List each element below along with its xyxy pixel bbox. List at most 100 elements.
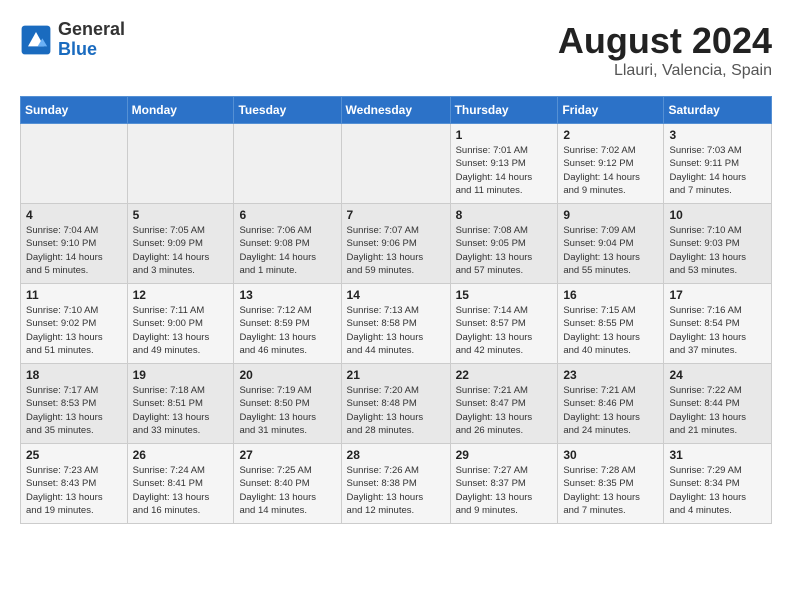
calendar-cell: 28 Sunrise: 7:26 AM Sunset: 8:38 PM Dayli… [341,444,450,524]
calendar-cell: 3 Sunrise: 7:03 AM Sunset: 9:11 PM Daylig… [664,124,772,204]
calendar-cell: 18 Sunrise: 7:17 AM Sunset: 8:53 PM Dayli… [21,364,128,444]
calendar-cell: 24 Sunrise: 7:22 AM Sunset: 8:44 PM Dayli… [664,364,772,444]
calendar-cell: 21 Sunrise: 7:20 AM Sunset: 8:48 PM Dayli… [341,364,450,444]
day-number: 18 [26,368,122,382]
day-number: 31 [669,448,766,462]
day-info: Sunrise: 7:25 AM Sunset: 8:40 PM Dayligh… [239,464,335,517]
calendar-cell: 22Sunrise: 7:21 AM Sunset: 8:47 PM Dayli… [450,364,558,444]
day-number: 14 [347,288,445,302]
calendar-cell [234,124,341,204]
header-wednesday: Wednesday [341,97,450,124]
header-friday: Friday [558,97,664,124]
calendar-cell: 26 Sunrise: 7:24 AM Sunset: 8:41 PM Dayli… [127,444,234,524]
title-area: August 2024 Llauri, Valencia, Spain [558,20,772,80]
calendar-subtitle: Llauri, Valencia, Spain [558,62,772,80]
day-number: 16 [563,288,658,302]
day-number: 12 [133,288,229,302]
day-number: 19 [133,368,229,382]
calendar-cell: 8Sunrise: 7:08 AM Sunset: 9:05 PM Daylig… [450,204,558,284]
logo-text: General Blue [58,20,125,60]
day-number: 27 [239,448,335,462]
calendar-cell: 2 Sunrise: 7:02 AM Sunset: 9:12 PM Daylig… [558,124,664,204]
day-number: 7 [347,208,445,222]
day-info: Sunrise: 7:03 AM Sunset: 9:11 PM Dayligh… [669,144,766,197]
calendar-week-2: 4Sunrise: 7:04 AM Sunset: 9:10 PM Daylig… [21,204,772,284]
calendar-week-5: 25Sunrise: 7:23 AM Sunset: 8:43 PM Dayli… [21,444,772,524]
day-number: 1 [456,128,553,142]
calendar-cell: 29 Sunrise: 7:27 AM Sunset: 8:37 PM Dayli… [450,444,558,524]
calendar-title: August 2024 [558,20,772,62]
day-info: Sunrise: 7:02 AM Sunset: 9:12 PM Dayligh… [563,144,658,197]
day-number: 21 [347,368,445,382]
day-info: Sunrise: 7:15 AM Sunset: 8:55 PM Dayligh… [563,304,658,357]
day-number: 28 [347,448,445,462]
logo-general: General [58,19,125,39]
day-info: Sunrise: 7:07 AM Sunset: 9:06 PM Dayligh… [347,224,445,277]
calendar-cell: 14 Sunrise: 7:13 AM Sunset: 8:58 PM Dayli… [341,284,450,364]
day-number: 26 [133,448,229,462]
day-number: 23 [563,368,658,382]
logo-blue: Blue [58,39,97,59]
day-info: Sunrise: 7:20 AM Sunset: 8:48 PM Dayligh… [347,384,445,437]
day-info: Sunrise: 7:04 AM Sunset: 9:10 PM Dayligh… [26,224,122,277]
calendar-cell: 23Sunrise: 7:21 AM Sunset: 8:46 PM Dayli… [558,364,664,444]
header-monday: Monday [127,97,234,124]
day-number: 17 [669,288,766,302]
day-info: Sunrise: 7:27 AM Sunset: 8:37 PM Dayligh… [456,464,553,517]
calendar-cell: 4Sunrise: 7:04 AM Sunset: 9:10 PM Daylig… [21,204,128,284]
calendar-week-1: 1 Sunrise: 7:01 AM Sunset: 9:13 PM Daylig… [21,124,772,204]
calendar-cell: 11Sunrise: 7:10 AM Sunset: 9:02 PM Dayli… [21,284,128,364]
day-number: 5 [133,208,229,222]
calendar-cell: 19 Sunrise: 7:18 AM Sunset: 8:51 PM Dayli… [127,364,234,444]
calendar-cell: 20 Sunrise: 7:19 AM Sunset: 8:50 PM Dayli… [234,364,341,444]
day-number: 22 [456,368,553,382]
day-number: 8 [456,208,553,222]
day-info: Sunrise: 7:13 AM Sunset: 8:58 PM Dayligh… [347,304,445,357]
calendar-cell: 27 Sunrise: 7:25 AM Sunset: 8:40 PM Dayli… [234,444,341,524]
day-info: Sunrise: 7:10 AM Sunset: 9:03 PM Dayligh… [669,224,766,277]
day-info: Sunrise: 7:24 AM Sunset: 8:41 PM Dayligh… [133,464,229,517]
calendar-cell: 31 Sunrise: 7:29 AM Sunset: 8:34 PM Dayli… [664,444,772,524]
day-info: Sunrise: 7:23 AM Sunset: 8:43 PM Dayligh… [26,464,122,517]
day-number: 24 [669,368,766,382]
logo: General Blue [20,20,125,60]
calendar-header-row: SundayMondayTuesdayWednesdayThursdayFrid… [21,97,772,124]
day-info: Sunrise: 7:18 AM Sunset: 8:51 PM Dayligh… [133,384,229,437]
day-info: Sunrise: 7:17 AM Sunset: 8:53 PM Dayligh… [26,384,122,437]
calendar-cell [127,124,234,204]
day-info: Sunrise: 7:05 AM Sunset: 9:09 PM Dayligh… [133,224,229,277]
day-info: Sunrise: 7:09 AM Sunset: 9:04 PM Dayligh… [563,224,658,277]
calendar-cell: 12 Sunrise: 7:11 AM Sunset: 9:00 PM Dayli… [127,284,234,364]
day-info: Sunrise: 7:26 AM Sunset: 8:38 PM Dayligh… [347,464,445,517]
day-number: 6 [239,208,335,222]
day-info: Sunrise: 7:10 AM Sunset: 9:02 PM Dayligh… [26,304,122,357]
page-header: General Blue August 2024 Llauri, Valenci… [20,20,772,80]
calendar-cell [21,124,128,204]
day-number: 2 [563,128,658,142]
day-info: Sunrise: 7:12 AM Sunset: 8:59 PM Dayligh… [239,304,335,357]
day-number: 3 [669,128,766,142]
calendar-table: SundayMondayTuesdayWednesdayThursdayFrid… [20,96,772,524]
header-tuesday: Tuesday [234,97,341,124]
calendar-cell: 6 Sunrise: 7:06 AM Sunset: 9:08 PM Daylig… [234,204,341,284]
calendar-week-3: 11Sunrise: 7:10 AM Sunset: 9:02 PM Dayli… [21,284,772,364]
calendar-week-4: 18 Sunrise: 7:17 AM Sunset: 8:53 PM Dayli… [21,364,772,444]
header-saturday: Saturday [664,97,772,124]
day-info: Sunrise: 7:29 AM Sunset: 8:34 PM Dayligh… [669,464,766,517]
header-sunday: Sunday [21,97,128,124]
day-number: 9 [563,208,658,222]
day-info: Sunrise: 7:22 AM Sunset: 8:44 PM Dayligh… [669,384,766,437]
day-info: Sunrise: 7:16 AM Sunset: 8:54 PM Dayligh… [669,304,766,357]
day-number: 29 [456,448,553,462]
calendar-cell: 5 Sunrise: 7:05 AM Sunset: 9:09 PM Daylig… [127,204,234,284]
day-number: 30 [563,448,658,462]
calendar-cell: 1 Sunrise: 7:01 AM Sunset: 9:13 PM Daylig… [450,124,558,204]
header-thursday: Thursday [450,97,558,124]
day-info: Sunrise: 7:01 AM Sunset: 9:13 PM Dayligh… [456,144,553,197]
day-number: 20 [239,368,335,382]
day-info: Sunrise: 7:06 AM Sunset: 9:08 PM Dayligh… [239,224,335,277]
day-info: Sunrise: 7:11 AM Sunset: 9:00 PM Dayligh… [133,304,229,357]
day-info: Sunrise: 7:19 AM Sunset: 8:50 PM Dayligh… [239,384,335,437]
calendar-cell: 10Sunrise: 7:10 AM Sunset: 9:03 PM Dayli… [664,204,772,284]
calendar-cell: 16 Sunrise: 7:15 AM Sunset: 8:55 PM Dayli… [558,284,664,364]
